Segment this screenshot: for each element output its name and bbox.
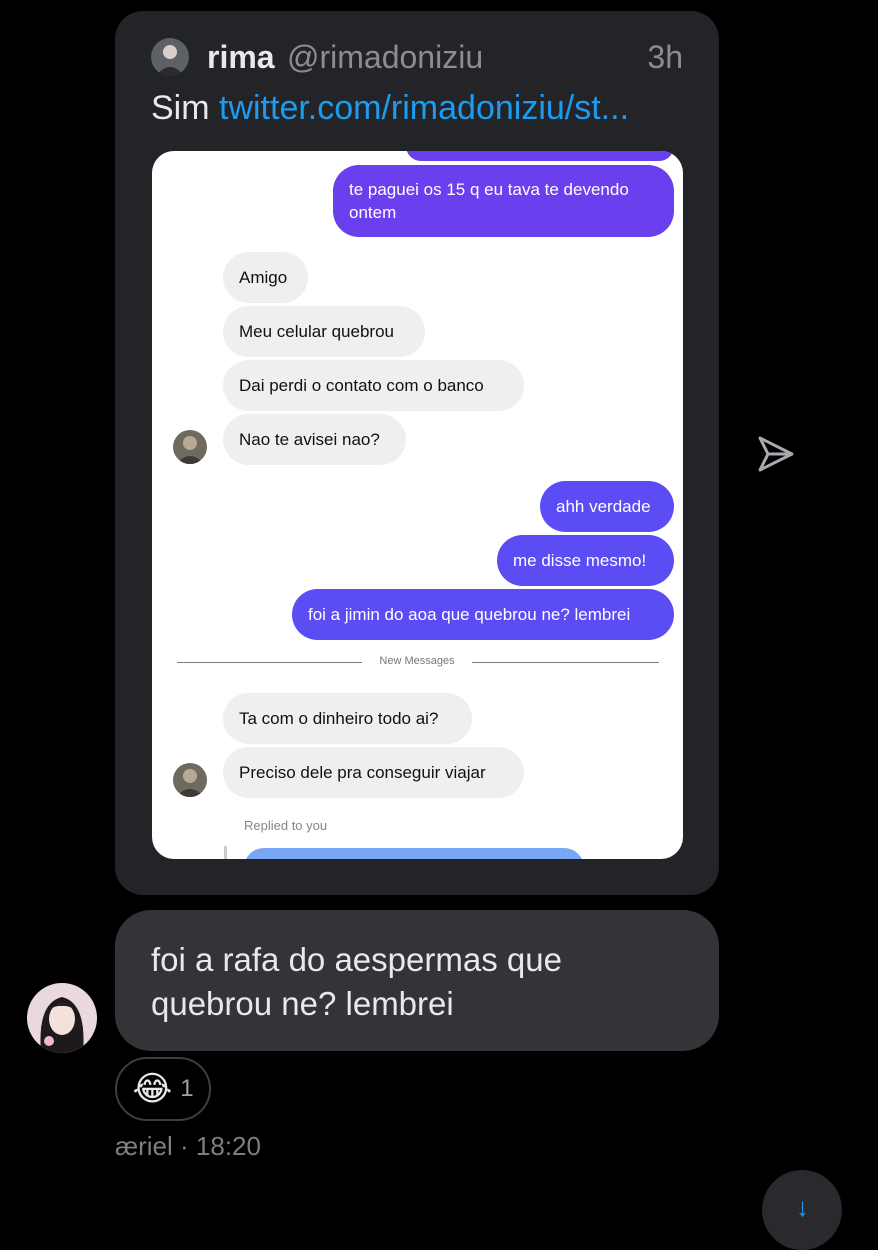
sent-message-bubble: te paguei os 15 q eu tava te devendo ont…	[333, 165, 674, 237]
author-avatar-image	[151, 38, 189, 76]
received-message-bubble: Meu celular quebrou	[223, 306, 425, 357]
send-icon[interactable]	[756, 432, 796, 476]
received-message-text: Amigo	[239, 268, 288, 287]
scroll-down-button[interactable]: ↓	[762, 1170, 842, 1250]
sent-message-text: te paguei os 15 q eu tava te devendo ont…	[349, 180, 629, 222]
chat-message-text: foi a rafa do aespermas que quebrou ne? …	[151, 941, 562, 1022]
reaction-pill[interactable]: 😂 1	[115, 1057, 211, 1121]
quoted-tweet-card[interactable]: rima @rimadoniziu 3h Sim twitter.com/rim…	[115, 11, 719, 895]
contact-avatar	[173, 430, 207, 464]
received-message-bubble: Amigo	[223, 252, 308, 303]
scroll-down-icon: ↓	[796, 1192, 809, 1222]
sender-meta: æriel · 18:20	[115, 1131, 261, 1161]
tweet-link[interactable]: twitter.com/rimadoniziu/st...	[219, 89, 629, 127]
replied-to-you-label: Replied to you	[244, 818, 328, 833]
received-message-text: Nao te avisei nao?	[239, 430, 380, 449]
sent-message-bubble: foi a jimin do aoa que quebrou ne? lembr…	[292, 589, 674, 640]
author-avatar[interactable]	[151, 38, 189, 76]
author-name[interactable]: rima	[207, 39, 275, 76]
sent-message-bubble: ahh verdade	[540, 481, 674, 532]
contact-avatar	[173, 763, 207, 797]
sent-message-text: ahh verdade	[556, 497, 651, 516]
contact-avatar-image	[173, 430, 207, 464]
author-handle[interactable]: @rimadoniziu	[287, 39, 483, 76]
received-message-bubble: Nao te avisei nao?	[223, 414, 406, 465]
received-message-text: Meu celular quebrou	[239, 322, 394, 341]
send-icon-glyph	[758, 436, 794, 472]
received-message-bubble: Dai perdi o contato com o banco	[223, 360, 524, 411]
sent-message-text: foi a jimin do aoa que quebrou ne? lembr…	[308, 605, 631, 624]
new-messages-divider-right	[472, 662, 659, 663]
sent-message-text: me disse mesmo!	[513, 551, 647, 570]
tweet-text: Sim twitter.com/rimadoniziu/st...	[151, 89, 629, 128]
reply-bubble-cutoff	[244, 848, 584, 859]
reaction-count: 1	[180, 1075, 194, 1102]
received-message-text: Ta com o dinheiro todo ai?	[239, 709, 439, 728]
cut-off-sent-bubble	[406, 151, 674, 161]
received-message-text: Dai perdi o contato com o banco	[239, 376, 484, 395]
contact-avatar-image	[173, 763, 207, 797]
tweet-text-prefix: Sim	[151, 89, 219, 127]
reply-indicator-bar	[224, 846, 227, 859]
sender-avatar-image	[27, 983, 97, 1053]
new-messages-divider-left	[177, 662, 362, 663]
received-message-text: Preciso dele pra conseguir viajar	[239, 763, 486, 782]
received-message-bubble: Preciso dele pra conseguir viajar	[223, 747, 524, 798]
laughing-emoji-icon: 😂	[132, 1070, 173, 1108]
received-message-bubble: Ta com o dinheiro todo ai?	[223, 693, 472, 744]
tweet-time: 3h	[647, 39, 683, 75]
new-messages-label: New Messages	[379, 655, 455, 667]
sent-message-bubble: me disse mesmo!	[497, 535, 674, 586]
sender-avatar[interactable]	[27, 983, 97, 1053]
chat-message-bubble[interactable]: foi a rafa do aespermas que quebrou ne? …	[115, 910, 719, 1051]
dm-screenshot-image[interactable]: te paguei os 15 q eu tava te devendo ont…	[152, 151, 683, 859]
